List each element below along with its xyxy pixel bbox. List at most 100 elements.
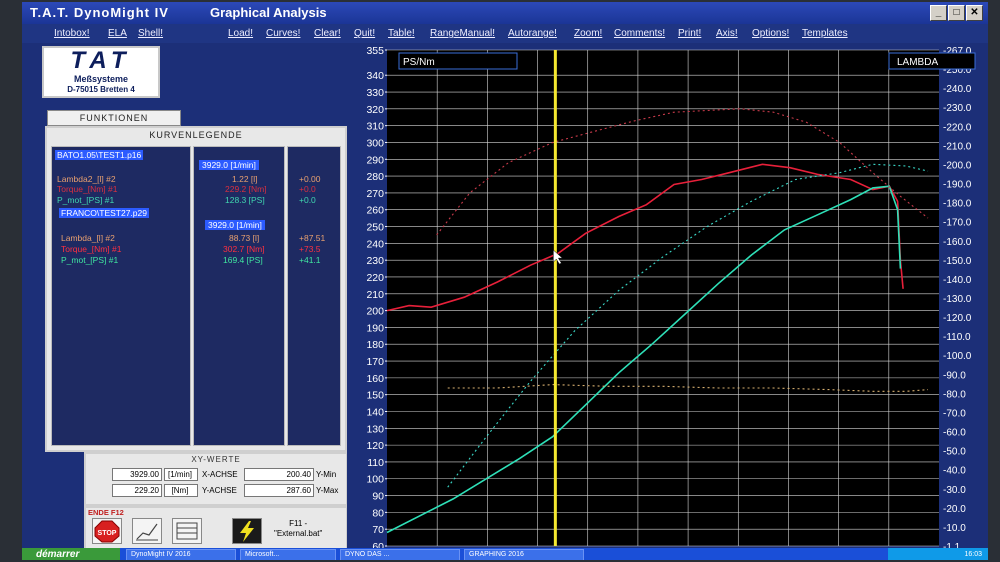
left-tick-label: 300 [366,137,384,149]
table-icon [176,522,198,540]
legend-entry-lambda-2: Lambda_[l] #2 [61,233,115,243]
legend-file-1[interactable]: BATO1.05\TEST1.p16 [55,150,144,160]
left-tick-label: 110 [367,457,384,469]
right-tick-label: -240.0 [943,84,972,95]
menu-zoom[interactable]: Zoom! [574,28,602,39]
xy-title: XY-WERTE [191,455,241,464]
menu-axis[interactable]: Axis! [716,28,738,39]
legend-value-torque-2: 302.7 [Nm] [223,244,265,254]
chart-canvas[interactable]: 60 70 80 90 100 110 120 130 140 150 160 170 180 190 20… [347,46,988,548]
dyno-chart[interactable]: 60 70 80 90 100 110 120 130 140 150 160 170 180 190 20… [347,46,988,548]
menu-autorange[interactable]: Autorange! [508,28,557,39]
menu-templates[interactable]: Templates [802,28,848,39]
table-tool-button[interactable] [172,518,202,544]
right-tick-label: -90.0 [943,370,966,381]
legend-value-lambda-2: 88.73 [l] [229,233,260,243]
graph-tool-button[interactable] [132,518,162,544]
left-tick-label: 160 [366,373,384,385]
menu-ela[interactable]: ELA [108,28,127,39]
menu-rangemanual[interactable]: RangeManual! [430,28,495,39]
left-tick-label: 100 [366,474,384,486]
y-max-field: 287.60 [244,484,314,497]
close-button[interactable]: ✕ [966,5,983,21]
left-tick-label: 90 [372,491,384,503]
legend-entry-lambda-1: Lambda2_[l] #2 [57,174,116,184]
app-title: T.A.T. DynoMight IV [30,5,169,20]
logo-subtitle: Meßsysteme [73,74,129,84]
clock: 16:03 [964,551,982,558]
legend-rpm-1: 3929.0 [1/min] [199,160,259,170]
minimize-button[interactable]: _ [930,5,947,21]
legend-value-lambda-1: 1.22 [l] [232,174,258,184]
tool-panel: ENDE F12 STOP F11 - "External.bat" [84,506,348,550]
left-tick-label: 310 [366,121,384,133]
left-tick-label: 190 [366,322,384,334]
window-title: Graphical Analysis [210,5,327,20]
left-tick-label: 250 [366,222,384,234]
y-max-label: Y-Max [316,486,339,495]
right-tick-label: -100.0 [943,351,972,362]
menu-table[interactable]: Table! [388,28,415,39]
y-value-field: 229.20 [112,484,162,497]
right-tick-label: -110.0 [943,332,971,343]
menu-quit[interactable]: Quit! [354,28,375,39]
ende-label: ENDE F12 [88,508,124,517]
legend-delta-lambda-1: +0.00 [299,174,321,184]
left-tick-label: 70 [372,524,384,536]
legend-delta-torque-1: +0.0 [299,184,316,194]
menu-comments[interactable]: Comments! [614,28,665,39]
logo-main-text: TAT [70,47,132,74]
legend-entry-power-1: P_mot_[PS] #1 [57,195,115,205]
right-tick-label: -20.0 [943,504,966,515]
taskbar-item-dynomight[interactable]: DynoMight IV 2016 [126,549,236,560]
taskbar-item-microsoft[interactable]: Microsoft... [240,549,336,560]
left-tick-label: 120 [366,440,384,452]
left-tick-label: 340 [366,70,384,82]
right-axis-label: LAMBDA [897,57,938,68]
menu-options[interactable]: Options! [752,28,789,39]
right-tick-label: -10.0 [943,523,966,534]
right-tick-label: -40.0 [943,466,966,477]
f11-key: F11 - [289,519,308,528]
stop-button[interactable]: STOP [92,518,122,544]
funktionen-tab[interactable]: FUNKTIONEN [47,110,181,126]
legend-panel: KURVENLEGENDE BATO1.05\TEST1.p16 3929.0 … [45,126,347,452]
menu-load[interactable]: Load! [228,28,253,39]
legend-title: KURVENLEGENDE [149,130,243,140]
y-min-label: Y-Min [316,470,337,479]
right-tick-label: -180.0 [943,199,972,210]
y-axis-label: Y-ACHSE [202,486,237,495]
right-tick-label: -210.0 [943,141,972,152]
left-tick-label: 220 [366,272,384,284]
xy-values-panel: XY-WERTE 3929.00 [1/min] X-ACHSE 200.40 … [84,452,348,506]
menu-intobox[interactable]: Intobox! [54,28,90,39]
menu-print[interactable]: Print! [678,28,701,39]
left-tick-label: 80 [372,507,384,519]
right-tick-label: -230.0 [943,103,972,114]
plot-area [387,50,939,546]
left-axis-label: PS/Nm [403,57,435,68]
legend-delta-lambda-2: +87.51 [299,233,326,243]
legend-value-torque-1: 229.2 [Nm] [225,184,267,194]
taskbar-item-graphing[interactable]: GRAPHING 2016 [464,549,584,560]
start-button[interactable]: démarrer [22,548,120,560]
right-tick-label: -70.0 [943,408,966,419]
external-bat-button[interactable] [232,518,262,544]
stop-icon: STOP [94,520,120,543]
left-tick-label: 140 [366,406,384,418]
menu-clear[interactable]: Clear! [314,28,341,39]
right-tick-label: -200.0 [943,160,972,171]
taskbar-item-dyno-das[interactable]: DYNO DAS ... [340,549,460,560]
maximize-button[interactable]: □ [948,5,965,21]
f11-label: F11 - "External.bat" [274,519,322,539]
left-tick-label: 60 [372,541,384,548]
y-unit-field: [Nm] [164,484,198,497]
menu-curves[interactable]: Curves! [266,28,300,39]
menu-shell[interactable]: Shell! [138,28,163,39]
right-tick-label: -170.0 [943,218,972,229]
logo-address: D-75015 Bretten 4 [67,85,135,94]
left-tick-label: 280 [366,171,384,183]
legend-file-2[interactable]: FRANCO\TEST27.p29 [59,208,149,218]
lightning-icon [240,521,254,542]
graph-icon [136,523,158,541]
